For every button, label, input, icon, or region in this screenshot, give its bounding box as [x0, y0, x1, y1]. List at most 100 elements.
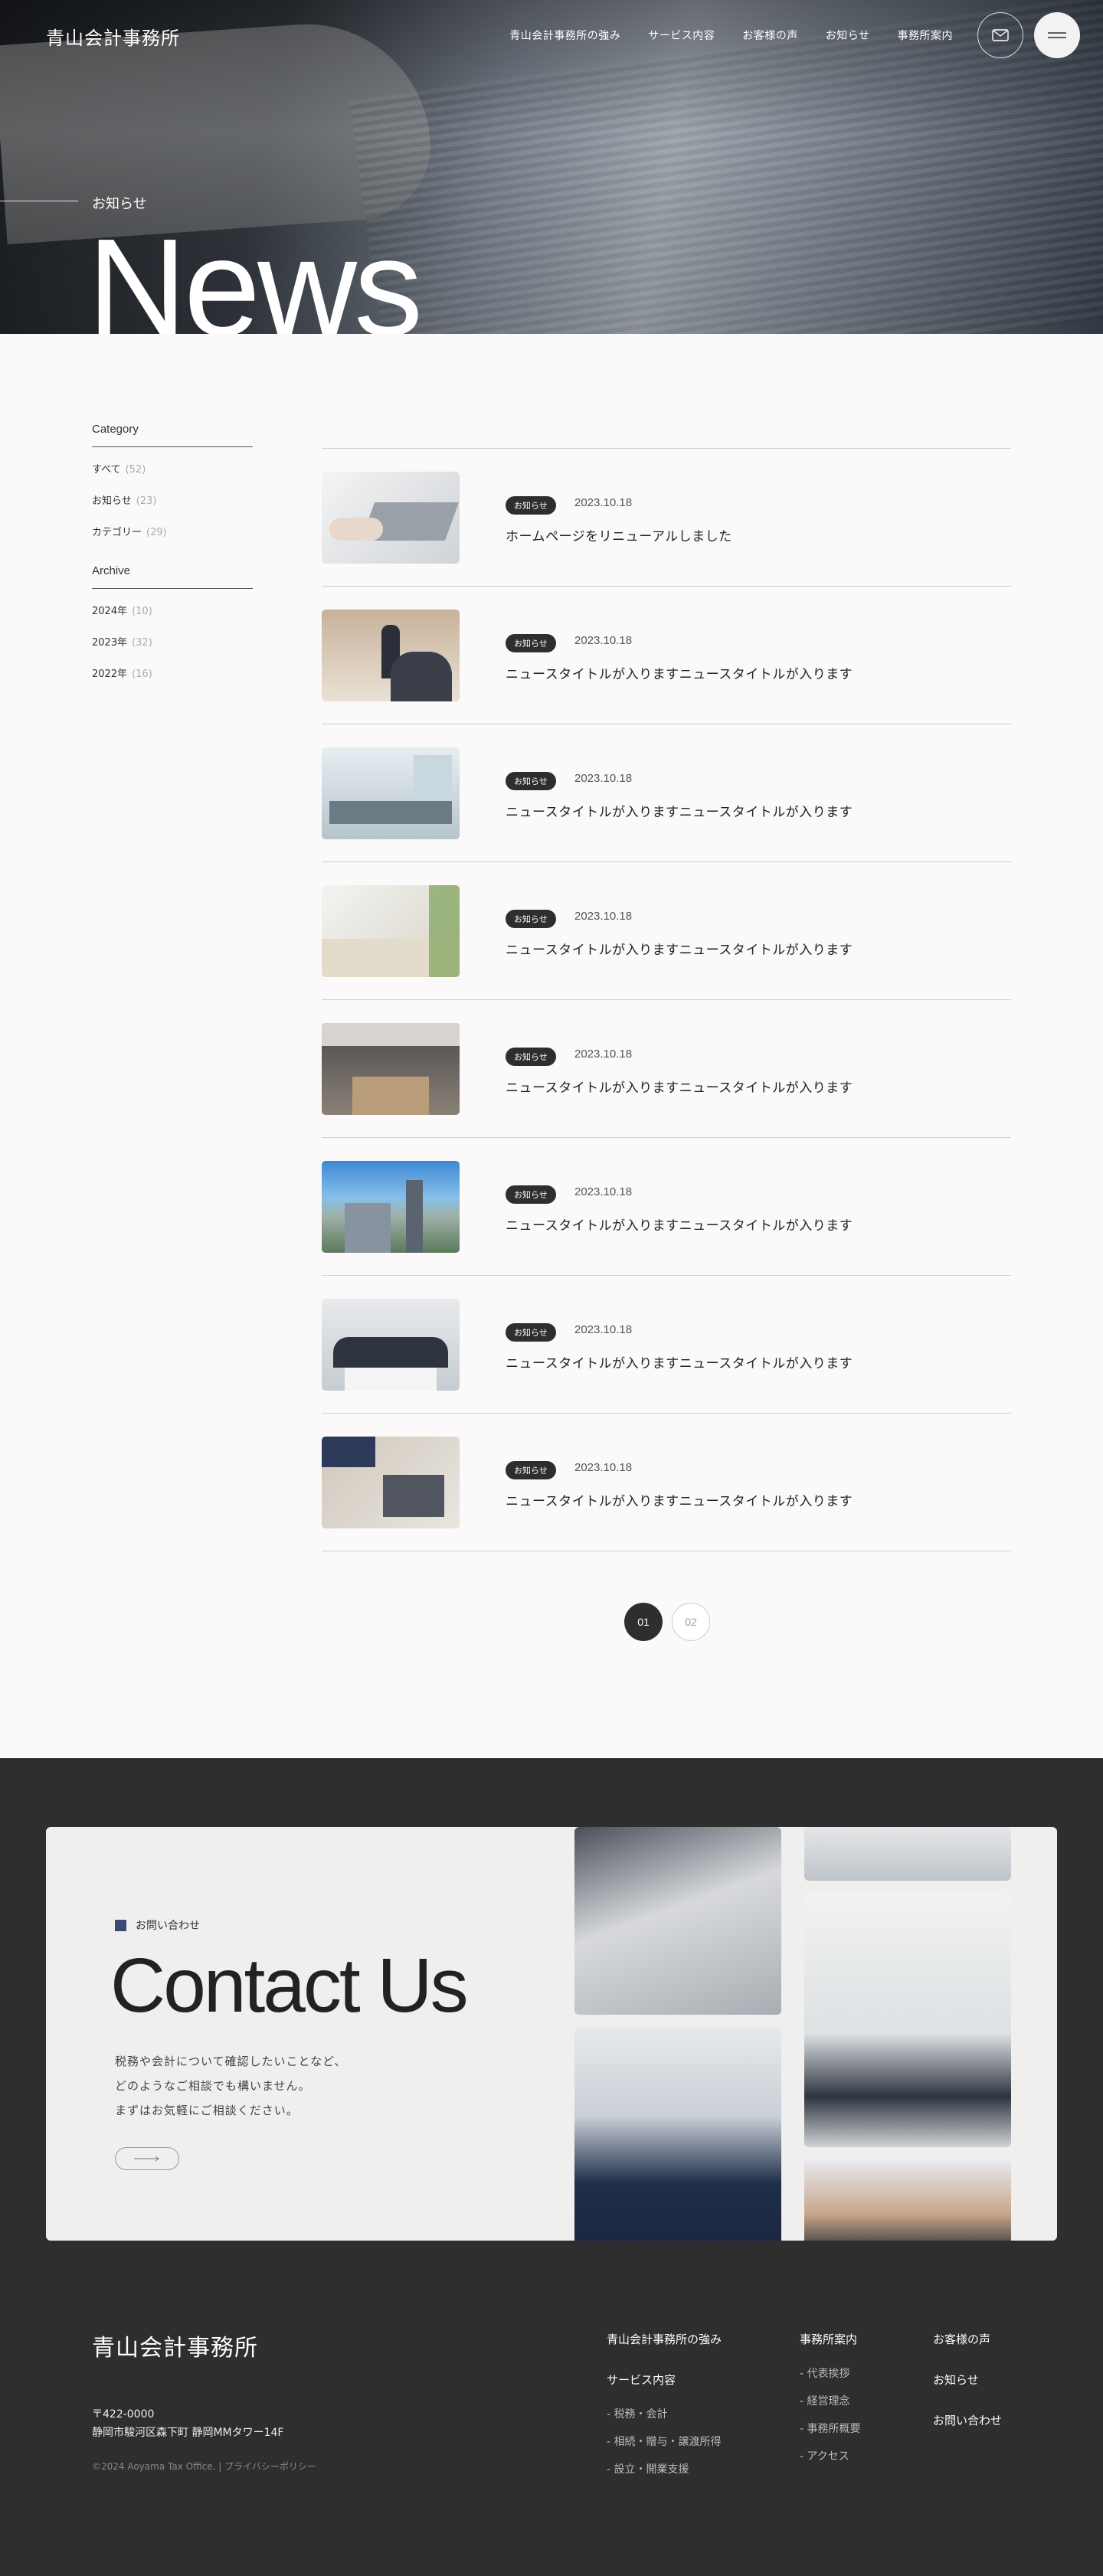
news-thumbnail: [322, 610, 460, 701]
archive-heading: Archive: [92, 564, 253, 589]
news-item[interactable]: お知らせ 2023.10.18 ニュースタイトルが入りますニュースタイトルが入り…: [322, 1138, 1011, 1276]
news-item[interactable]: お知らせ 2023.10.18 ホームページをリニューアルしました: [322, 449, 1011, 587]
arrow-right-icon: [134, 2156, 159, 2162]
news-badge: お知らせ: [506, 1461, 556, 1479]
news-date: 2023.10.18: [574, 1048, 633, 1061]
category-item-category[interactable]: カテゴリー (29): [92, 524, 253, 538]
nav-strengths[interactable]: 青山会計事務所の強み: [509, 28, 620, 43]
square-icon: [115, 1919, 126, 1931]
news-badge: お知らせ: [506, 1048, 556, 1066]
sidebar: Category すべて (52) お知らせ (23) カテゴリー (29) Arch…: [92, 423, 253, 706]
news-date: 2023.10.18: [574, 772, 633, 785]
footer-col-services: 青山会計事務所の強み サービス内容 - 税務・会計 - 相続・贈与・譲渡所得 -…: [607, 2331, 722, 2489]
news-list: お知らせ 2023.10.18 ホームページをリニューアルしました お知らせ 2…: [322, 448, 1011, 1551]
mail-icon: [992, 29, 1009, 41]
contact-photo-businessman: [804, 2159, 1011, 2241]
menu-icon: [1048, 32, 1066, 38]
footer-address: 〒422-0000 静岡市駿河区森下町 静岡MMタワー14F: [92, 2408, 284, 2439]
news-item[interactable]: お知らせ 2023.10.18 ニュースタイトルが入りますニュースタイトルが入り…: [322, 724, 1011, 862]
news-main: Category すべて (52) お知らせ (23) カテゴリー (29) Arch…: [0, 334, 1103, 1758]
news-thumbnail: [322, 1023, 460, 1115]
news-thumbnail: [322, 1437, 460, 1528]
footer-link-tax[interactable]: - 税務・会計: [607, 2406, 722, 2421]
hero-header: 青山会計事務所 青山会計事務所の強み サービス内容 お客様の声 お知らせ 事務所…: [0, 0, 1103, 334]
contact-text: 税務や会計について確認したいことなど、 どのようなご相談でも構いません。 まずは…: [115, 2055, 347, 2117]
news-thumbnail: [322, 1299, 460, 1391]
footer-link-services[interactable]: サービス内容: [607, 2372, 722, 2388]
nav-voices[interactable]: お客様の声: [742, 28, 798, 43]
archive-item-2024[interactable]: 2024年 (10): [92, 603, 253, 617]
footer-link-startup[interactable]: - 設立・開業支援: [607, 2461, 722, 2476]
news-title: ニュースタイトルが入りますニュースタイトルが入ります: [506, 1218, 853, 1234]
footer-link-philosophy[interactable]: - 経営理念: [800, 2393, 861, 2408]
footer: お問い合わせ Contact Us 税務や会計について確認したいことなど、 どの…: [0, 1758, 1103, 2576]
category-heading: Category: [92, 423, 253, 447]
nav-services[interactable]: サービス内容: [648, 28, 715, 43]
category-list: すべて (52) お知らせ (23) カテゴリー (29): [92, 461, 253, 538]
footer-link-access[interactable]: - アクセス: [800, 2448, 861, 2463]
news-badge: お知らせ: [506, 1323, 556, 1342]
news-title: ニュースタイトルが入りますニュースタイトルが入ります: [506, 1356, 853, 1371]
pagination: 01 02: [624, 1603, 710, 1641]
page-2-button[interactable]: 02: [672, 1603, 710, 1641]
news-title: ニュースタイトルが入りますニュースタイトルが入ります: [506, 1080, 853, 1096]
footer-link-office[interactable]: 事務所案内: [800, 2331, 861, 2347]
footer-link-voices[interactable]: お客様の声: [933, 2331, 1002, 2347]
footer-col-office: 事務所案内 - 代表挨拶 - 経営理念 - 事務所概要 - アクセス: [800, 2331, 861, 2476]
news-date: 2023.10.18: [574, 634, 633, 647]
contact-photo-desk: [804, 1827, 1011, 1881]
page-1-button[interactable]: 01: [624, 1603, 663, 1641]
site-logo[interactable]: 青山会計事務所: [46, 23, 180, 50]
news-title: ホームページをリニューアルしました: [506, 529, 732, 544]
news-date: 2023.10.18: [574, 1185, 633, 1198]
contact-card: お問い合わせ Contact Us 税務や会計について確認したいことなど、 どの…: [46, 1827, 1057, 2241]
contact-photo-office: [804, 1894, 1011, 2147]
contact-label: お問い合わせ: [115, 1917, 200, 1933]
news-date: 2023.10.18: [574, 1461, 633, 1474]
news-item[interactable]: お知らせ 2023.10.18 ニュースタイトルが入りますニュースタイトルが入り…: [322, 587, 1011, 724]
footer-link-greeting[interactable]: - 代表挨拶: [800, 2365, 861, 2381]
contact-photo-documents: [574, 1827, 781, 2015]
footer-link-contact[interactable]: お問い合わせ: [933, 2412, 1002, 2428]
menu-button[interactable]: [1034, 12, 1080, 58]
archive-list: 2024年 (10) 2023年 (32) 2022年 (16): [92, 603, 253, 680]
news-badge: お知らせ: [506, 1185, 556, 1204]
news-title: ニュースタイトルが入りますニュースタイトルが入ります: [506, 667, 853, 682]
archive-item-2023[interactable]: 2023年 (32): [92, 634, 253, 649]
archive-item-2022[interactable]: 2022年 (16): [92, 665, 253, 680]
global-nav: 青山会計事務所の強み サービス内容 お客様の声 お知らせ 事務所案内: [509, 28, 953, 43]
category-item-all[interactable]: すべて (52): [92, 461, 253, 476]
footer-col-misc: お客様の声 お知らせ お問い合わせ: [933, 2331, 1002, 2453]
footer-logo[interactable]: 青山会計事務所: [92, 2329, 258, 2362]
mail-button[interactable]: [977, 12, 1023, 58]
footer-copyright: ©2024 Aoyama Tax Office. | プライバシーポリシー: [92, 2461, 316, 2472]
news-thumbnail: [322, 472, 460, 564]
nav-news[interactable]: お知らせ: [826, 28, 870, 43]
contact-button[interactable]: [115, 2147, 179, 2170]
news-thumbnail: [322, 885, 460, 977]
news-item[interactable]: お知らせ 2023.10.18 ニュースタイトルが入りますニュースタイトルが入り…: [322, 862, 1011, 1000]
news-date: 2023.10.18: [574, 910, 633, 923]
page-title: News: [87, 211, 423, 335]
footer-link-news[interactable]: お知らせ: [933, 2372, 1002, 2388]
contact-photo-consultants: [574, 2028, 781, 2241]
news-date: 2023.10.18: [574, 1323, 633, 1336]
nav-office[interactable]: 事務所案内: [898, 28, 954, 43]
footer-link-inheritance[interactable]: - 相続・贈与・譲渡所得: [607, 2434, 722, 2449]
news-item[interactable]: お知らせ 2023.10.18 ニュースタイトルが入りますニュースタイトルが入り…: [322, 1000, 1011, 1138]
news-badge: お知らせ: [506, 772, 556, 790]
news-thumbnail: [322, 1161, 460, 1253]
news-title: ニュースタイトルが入りますニュースタイトルが入ります: [506, 943, 853, 958]
footer-link-overview[interactable]: - 事務所概要: [800, 2421, 861, 2436]
news-thumbnail: [322, 747, 460, 839]
news-item[interactable]: お知らせ 2023.10.18 ニュースタイトルが入りますニュースタイトルが入り…: [322, 1414, 1011, 1551]
news-badge: お知らせ: [506, 910, 556, 928]
news-badge: お知らせ: [506, 496, 556, 515]
footer-link-strengths[interactable]: 青山会計事務所の強み: [607, 2331, 722, 2347]
news-item[interactable]: お知らせ 2023.10.18 ニュースタイトルが入りますニュースタイトルが入り…: [322, 1276, 1011, 1414]
news-title: ニュースタイトルが入りますニュースタイトルが入ります: [506, 1494, 853, 1509]
news-title: ニュースタイトルが入りますニュースタイトルが入ります: [506, 805, 853, 820]
news-badge: お知らせ: [506, 634, 556, 652]
category-item-news[interactable]: お知らせ (23): [92, 492, 253, 507]
news-date: 2023.10.18: [574, 496, 633, 509]
